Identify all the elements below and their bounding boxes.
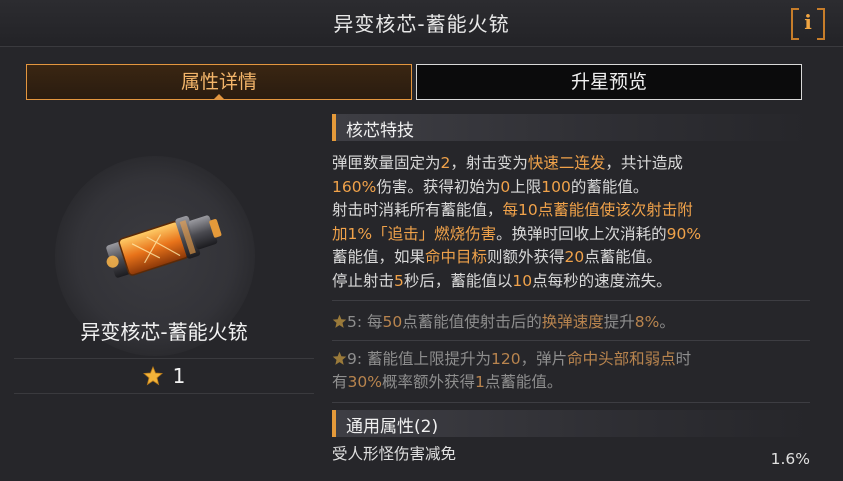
text-segment: 则额外获得 bbox=[487, 248, 565, 266]
stat-row: 受人形怪伤害减免 1.6% bbox=[332, 442, 810, 468]
text-line: 有30%概率额外获得1点蓄能值。 bbox=[332, 371, 810, 394]
text-line: 停止射击5秒后，蓄能值以10点每秒的速度流失。 bbox=[332, 270, 810, 294]
highlight-text: 50 bbox=[382, 313, 403, 331]
text-segment: ，射击变为 bbox=[450, 154, 528, 172]
highlight-text: 90% bbox=[666, 224, 702, 243]
info-button[interactable]: i bbox=[791, 8, 825, 40]
text-segment: 点蓄能值。 bbox=[484, 373, 563, 391]
divider bbox=[332, 402, 810, 403]
text-segment: 。换弹时回收上次消耗的 bbox=[496, 224, 667, 243]
tab-attribute-details[interactable]: 属性详情 bbox=[26, 64, 412, 100]
highlight-text: 120 bbox=[491, 350, 521, 368]
section-core-skill-title: 核芯特技 bbox=[346, 121, 414, 141]
text-line: 160%伤害。获得初始为0上限100的蓄能值。 bbox=[332, 176, 810, 200]
highlight-text: 命中头部和弱点 bbox=[567, 350, 676, 368]
info-bracket-left bbox=[791, 8, 799, 40]
highlight-text: 20 bbox=[564, 248, 585, 266]
text-segment: 有 bbox=[332, 373, 348, 391]
text-segment: 伤害。获得初始为 bbox=[376, 177, 501, 196]
text-segment: ，弹片 bbox=[520, 350, 568, 368]
text-segment: 蓄能值，如果 bbox=[332, 248, 426, 266]
text-segment: 的蓄能值。 bbox=[570, 177, 649, 196]
highlight-text: 160% bbox=[332, 177, 377, 196]
star-icon bbox=[142, 366, 163, 386]
highlight-text: 快速二连发 bbox=[527, 154, 606, 172]
text-segment: 。 bbox=[659, 313, 675, 331]
text-segment: 弹匣数量固定为 bbox=[332, 154, 441, 172]
highlight-text: 5 bbox=[394, 271, 404, 290]
highlight-text: 1 bbox=[474, 373, 485, 391]
title-bar: 异变核芯-蓄能火铳 i bbox=[0, 0, 843, 47]
highlight-text: 30% bbox=[347, 373, 382, 391]
text-line: 加1%「追击」燃烧伤害。换弹时回收上次消耗的90% bbox=[332, 223, 810, 247]
star-icon bbox=[332, 314, 347, 328]
text-segment: 5: 每 bbox=[347, 313, 383, 331]
window-title: 异变核芯-蓄能火铳 bbox=[333, 12, 510, 36]
section-core-skill-header: 核芯特技 bbox=[332, 114, 814, 141]
highlight-text: 8% bbox=[634, 313, 660, 331]
text-segment: 9: 蓄能值上限提升为 bbox=[347, 350, 492, 368]
text-segment: 点蓄能值使射击后的 bbox=[402, 313, 542, 331]
item-name: 异变核芯-蓄能火铳 bbox=[80, 320, 248, 344]
item-panel: 异变核芯-蓄能火铳 1 bbox=[14, 110, 314, 400]
divider bbox=[332, 340, 810, 341]
star-rating: 1 bbox=[14, 358, 314, 394]
stat-name: 受人形怪伤害减免 bbox=[332, 445, 457, 463]
text-segment: 提升 bbox=[603, 313, 635, 331]
highlight-text: 10 bbox=[512, 271, 533, 290]
info-icon: i bbox=[804, 10, 812, 34]
text-line: 蓄能值，如果命中目标则额外获得20点蓄能值。 bbox=[332, 246, 810, 270]
text-segment: 概率额外获得 bbox=[381, 373, 475, 391]
highlight-text: 100 bbox=[541, 177, 571, 196]
highlight-text: 命中目标 bbox=[425, 248, 488, 266]
highlight-text: 0 bbox=[500, 177, 511, 196]
text-segment: ，共计造成 bbox=[605, 154, 683, 172]
star-upgrade-9: 9: 蓄能值上限提升为120，弹片命中头部和弱点时 有30%概率额外获得1点蓄能值… bbox=[332, 348, 810, 394]
text-line: 射击时消耗所有蓄能值，每10点蓄能值使该次射击附 bbox=[332, 199, 810, 223]
star-icon bbox=[332, 351, 347, 365]
core-skill-description: 弹匣数量固定为2，射击变为快速二连发，共计造成 160%伤害。获得初始为0上限10… bbox=[332, 152, 810, 293]
star-upgrade-5: 5: 每50点蓄能值使射击后的换弹速度提升8%。 bbox=[332, 311, 810, 334]
divider bbox=[332, 300, 810, 301]
highlight-text: 每10点蓄能值使该次射击附 bbox=[502, 201, 693, 219]
text-line: 9: 蓄能值上限提升为120，弹片命中头部和弱点时 bbox=[332, 348, 810, 371]
stat-value: 1.6% bbox=[770, 450, 810, 468]
star-count: 1 bbox=[172, 364, 186, 388]
section-general-attributes-header: 通用属性(2) bbox=[332, 410, 814, 437]
section-general-attributes-title: 通用属性(2) bbox=[346, 417, 439, 437]
highlight-text: 2 bbox=[440, 154, 451, 172]
text-line: 弹匣数量固定为2，射击变为快速二连发，共计造成 bbox=[332, 152, 810, 176]
tab-bar: 属性详情 升星预览 bbox=[26, 64, 802, 100]
text-segment: 点蓄能值。 bbox=[584, 248, 662, 266]
text-segment: 时 bbox=[675, 350, 692, 368]
highlight-text: 换弹速度 bbox=[541, 313, 604, 331]
text-line: 5: 每50点蓄能值使射击后的换弹速度提升8%。 bbox=[332, 311, 810, 334]
highlight-text: 加1%「追击」燃烧伤害 bbox=[332, 224, 497, 243]
text-segment: 上限 bbox=[510, 177, 542, 196]
details-panel: 核芯特技 弹匣数量固定为2，射击变为快速二连发，共计造成 160%伤害。获得初始为… bbox=[332, 114, 814, 481]
text-segment: 停止射击 bbox=[332, 271, 395, 290]
text-segment: 点每秒的速度流失。 bbox=[532, 271, 672, 290]
tab-star-upgrade-preview[interactable]: 升星预览 bbox=[416, 64, 802, 100]
text-segment: 秒后，蓄能值以 bbox=[403, 271, 513, 290]
energy-core-cartridge-icon bbox=[106, 215, 222, 278]
info-bracket-right bbox=[817, 8, 825, 40]
text-segment: 射击时消耗所有蓄能值， bbox=[332, 201, 503, 219]
